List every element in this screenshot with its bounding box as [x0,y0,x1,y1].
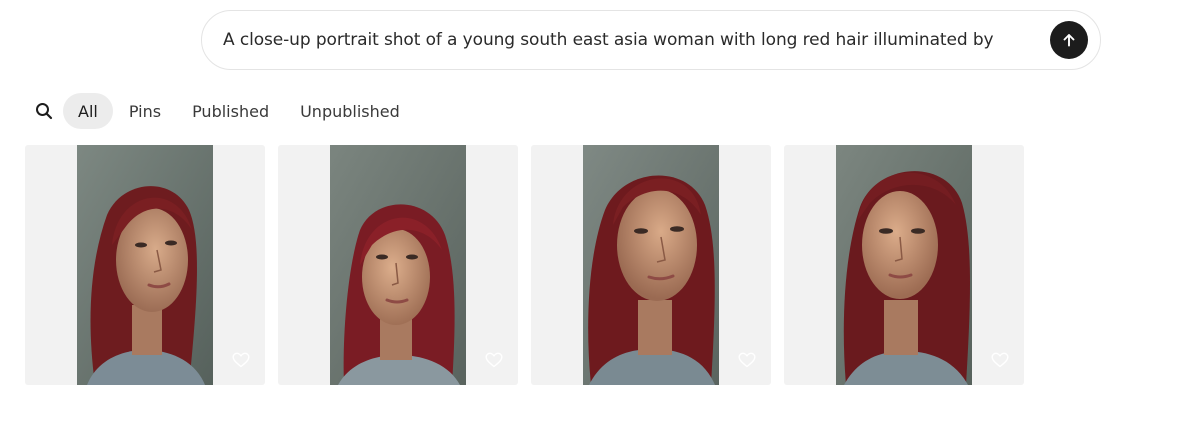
gallery-card[interactable] [531,145,771,385]
favorite-button[interactable] [990,351,1010,369]
image-gallery [25,145,1024,385]
gallery-card[interactable] [278,145,518,385]
favorite-button[interactable] [231,351,251,369]
heart-outline-icon [991,352,1009,368]
search-button[interactable] [33,100,55,122]
tab-pins[interactable]: Pins [114,93,176,129]
favorite-button[interactable] [737,351,757,369]
heart-outline-icon [232,352,250,368]
tab-unpublished[interactable]: Unpublished [285,93,415,129]
tab-published[interactable]: Published [177,93,284,129]
submit-button[interactable] [1050,21,1088,59]
portrait-image[interactable] [583,145,719,385]
gallery-card[interactable] [25,145,265,385]
portrait-image[interactable] [330,145,466,385]
heart-outline-icon [485,352,503,368]
arrow-up-icon [1063,34,1075,47]
favorite-button[interactable] [484,351,504,369]
search-icon [36,103,53,120]
filter-bar: All Pins Published Unpublished [33,93,416,129]
portrait-image[interactable] [77,145,213,385]
heart-outline-icon [738,352,756,368]
prompt-input[interactable]: A close-up portrait shot of a young sout… [223,30,1050,50]
tab-all[interactable]: All [63,93,113,129]
portrait-image[interactable] [836,145,972,385]
prompt-bar[interactable]: A close-up portrait shot of a young sout… [201,10,1101,70]
gallery-card[interactable] [784,145,1024,385]
